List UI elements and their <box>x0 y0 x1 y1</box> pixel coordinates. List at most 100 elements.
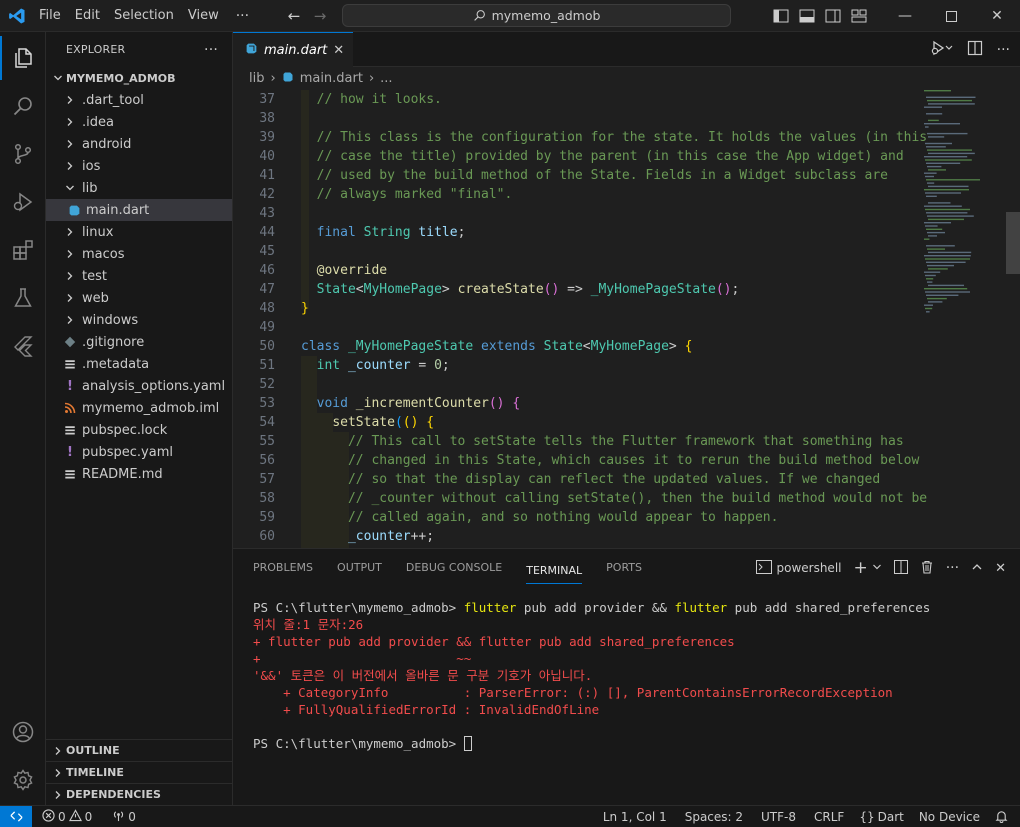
tree-file-mymemo-admob-iml[interactable]: mymemo_admob.iml <box>46 397 232 419</box>
tree-folder-windows[interactable]: windows <box>46 309 232 331</box>
language-mode[interactable]: {} Dart <box>853 810 910 824</box>
menu-more-icon[interactable]: ··· <box>226 8 259 24</box>
search-icon[interactable] <box>0 84 46 128</box>
tree-folder-dart-tool[interactable]: .dart_tool <box>46 89 232 111</box>
forward-arrow-icon[interactable]: → <box>307 7 333 25</box>
more-actions-icon[interactable]: ··· <box>997 42 1010 58</box>
minimap-stroke <box>926 311 930 313</box>
line-number: 50 <box>259 339 275 354</box>
menu-edit[interactable]: Edit <box>68 0 107 32</box>
problems-status[interactable]: 0 0 <box>36 808 98 825</box>
extensions-icon[interactable] <box>0 228 46 272</box>
tree-folder-ios[interactable]: ios <box>46 155 232 177</box>
terminal-shell-name[interactable]: powershell <box>776 561 841 575</box>
tab-terminal[interactable]: TERMINAL <box>526 558 583 584</box>
minimize-button[interactable]: — <box>882 0 928 32</box>
toggle-secondary-sidebar-icon[interactable] <box>820 0 846 32</box>
tree-file-gitignore[interactable]: .gitignore <box>46 331 232 353</box>
chevron-down-icon[interactable] <box>872 561 882 575</box>
new-terminal-icon[interactable]: + <box>853 558 867 578</box>
close-tab-icon[interactable]: ✕ <box>333 43 344 58</box>
run-dropdown-icon[interactable] <box>931 40 953 60</box>
code-editor[interactable]: 37 // how it looks. 38 39 // This class is… <box>233 90 1020 548</box>
menu-view[interactable]: View <box>181 0 226 32</box>
close-window-button[interactable]: ✕ <box>974 0 1020 32</box>
breadcrumb-file[interactable]: main.dart <box>300 71 363 86</box>
toggle-panel-icon[interactable] <box>794 0 820 32</box>
section-timeline[interactable]: TIMELINE <box>46 761 233 783</box>
menu-file[interactable]: File <box>32 0 68 32</box>
breadcrumb-symbol[interactable]: ... <box>380 71 392 86</box>
tree-file-metadata[interactable]: ≡ .metadata <box>46 353 232 375</box>
error-count: 0 <box>58 809 66 824</box>
tree-file-readme-md[interactable]: ≡ README.md <box>46 463 232 485</box>
tree-folder-lib[interactable]: lib <box>46 177 232 199</box>
cursor-position[interactable]: Ln 1, Col 1 <box>594 810 676 824</box>
minimap-stroke <box>924 288 968 290</box>
back-arrow-icon[interactable]: ← <box>281 7 307 25</box>
tree-file-main-dart[interactable]: main.dart <box>46 199 232 221</box>
rss-file-icon <box>62 402 78 414</box>
minimap-stroke <box>924 205 962 207</box>
command-center-search[interactable]: mymemo_admob <box>342 4 731 27</box>
source-control-icon[interactable] <box>0 132 46 176</box>
split-editor-icon[interactable] <box>967 40 983 60</box>
minimap[interactable] <box>918 90 1008 320</box>
menu-selection[interactable]: Selection <box>107 0 181 32</box>
maximize-panel-icon[interactable] <box>971 561 983 576</box>
tree-item-label: .gitignore <box>82 334 145 350</box>
bell-icon[interactable] <box>989 810 1020 823</box>
tree-folder-linux[interactable]: linux <box>46 221 232 243</box>
testing-icon[interactable] <box>0 276 46 320</box>
maximize-button[interactable] <box>928 0 974 32</box>
tree-folder-android[interactable]: android <box>46 133 232 155</box>
tab-ports[interactable]: PORTS <box>606 549 642 587</box>
tree-folder-idea[interactable]: .idea <box>46 111 232 133</box>
trash-icon[interactable] <box>920 560 934 577</box>
tree-file-analysis-options-yaml[interactable]: ! analysis_options.yaml <box>46 375 232 397</box>
encoding-status[interactable]: UTF-8 <box>752 810 805 824</box>
tab-problems[interactable]: PROBLEMS <box>253 549 313 587</box>
tree-folder-test[interactable]: test <box>46 265 232 287</box>
flutter-icon[interactable] <box>0 324 46 368</box>
tree-file-pubspec-yaml[interactable]: ! pubspec.yaml <box>46 441 232 463</box>
code-token: int <box>316 358 341 373</box>
account-icon[interactable] <box>0 710 46 754</box>
explorer-icon[interactable] <box>0 36 46 80</box>
section-dependencies[interactable]: DEPENDENCIES <box>46 783 233 805</box>
tab-main-dart[interactable]: main.dart ✕ <box>233 32 353 67</box>
customize-layout-icon[interactable] <box>846 0 872 32</box>
run-debug-icon[interactable] <box>0 180 46 224</box>
terminal-output[interactable]: PS C:\flutter\mymemo_admob> flutter pub … <box>253 599 930 752</box>
explorer-more-icon[interactable]: ··· <box>204 42 218 58</box>
more-actions-icon[interactable]: ··· <box>946 560 959 576</box>
device-status[interactable]: No Device <box>910 810 989 824</box>
line-number: 58 <box>259 491 275 506</box>
eol-status[interactable]: CRLF <box>805 810 853 824</box>
tree-folder-macos[interactable]: macos <box>46 243 232 265</box>
editor-scrollbar[interactable] <box>1006 212 1020 274</box>
indentation-status[interactable]: Spaces: 2 <box>676 810 752 824</box>
toggle-primary-sidebar-icon[interactable] <box>768 0 794 32</box>
tab-output[interactable]: OUTPUT <box>337 549 382 587</box>
terminal-error-line: '&&' 토큰은 이 버전에서 올바른 문 구분 기호가 아닙니다. <box>253 668 593 683</box>
code-line: 38 <box>233 109 913 128</box>
tree-folder-web[interactable]: web <box>46 287 232 309</box>
remote-icon[interactable] <box>0 805 32 827</box>
tree-file-pubspec-lock[interactable]: ≡ pubspec.lock <box>46 419 232 441</box>
breadcrumb-folder[interactable]: lib <box>249 71 264 86</box>
tree-item-label: .metadata <box>82 356 150 372</box>
code-token: { <box>684 339 693 354</box>
section-outline[interactable]: OUTLINE <box>46 739 233 761</box>
settings-gear-icon[interactable] <box>0 758 46 802</box>
ports-status[interactable]: 0 <box>106 809 142 825</box>
project-root-folder[interactable]: MYMEMO_ADMOB <box>46 67 232 89</box>
line-number: 46 <box>259 263 275 278</box>
tab-debug-console[interactable]: DEBUG CONSOLE <box>406 549 502 587</box>
close-panel-icon[interactable]: ✕ <box>995 561 1006 576</box>
code-token: State <box>543 339 583 354</box>
split-terminal-icon[interactable] <box>893 559 908 577</box>
minimap-stroke <box>924 123 960 125</box>
